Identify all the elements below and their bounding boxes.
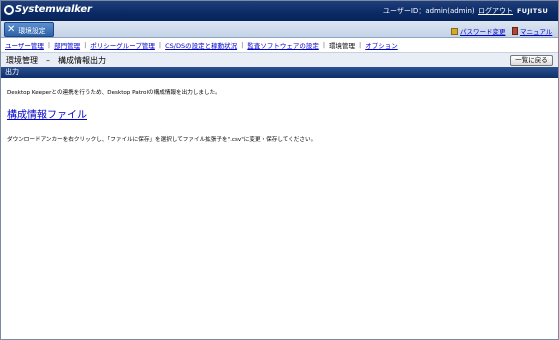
logo-mark-icon [4,4,14,15]
fujitsu-logo: FUJITSU [517,7,549,15]
instruction-text: ダウンロードアンカーを右クリックし、「ファイルに保存」を選択してファイル拡張子を… [7,137,317,143]
output-section-header: 出力 [1,67,558,78]
manual-label: マニュアル [520,28,553,36]
menu-item-environment-management: 環境管理 [329,42,356,50]
book-icon [512,27,518,35]
main-menu: ユーザー管理 | 部門管理 | ポリシーグループ管理 | CS/DSの設定と稼動… [1,38,558,52]
menu-item-policy-group-management[interactable]: ポリシーグループ管理 [90,40,155,50]
user-id-label: ユーザーID：admin(admin) [383,7,475,15]
title-row: 環境管理 – 構成情報出力 一覧に戻る [1,52,558,67]
menu-item-audit-software-settings[interactable]: 監査ソフトウェアの設定 [247,40,319,50]
menu-item-department-management[interactable]: 部門管理 [54,40,80,50]
password-change-label: パスワード変更 [460,28,506,36]
tab-strip: ✕ 環境設定 パスワード変更 マニュアル [1,21,558,38]
systemwalker-logo: Systemwalker [4,4,92,15]
key-icon [451,27,458,35]
app-window: Systemwalker ユーザーID：admin(admin) ログアウト F… [0,0,559,340]
logo-text: Systemwalker [15,4,92,15]
config-file-link[interactable]: 構成情報ファイル [7,106,87,121]
status-message: Desktop Keeperとの連携を行うため、Desktop Patrolの構… [7,90,221,96]
password-change-link[interactable]: パスワード変更 [451,26,506,36]
manual-link[interactable]: マニュアル [512,26,552,36]
menu-item-user-management[interactable]: ユーザー管理 [5,40,44,50]
menu-item-cs-ds-settings[interactable]: CS/DSの設定と稼動状況 [165,40,237,50]
content-area: Desktop Keeperとの連携を行うため、Desktop Patrolの構… [2,79,557,339]
back-to-list-button[interactable]: 一覧に戻る [510,55,553,66]
header-bar: Systemwalker ユーザーID：admin(admin) ログアウト F… [1,1,558,21]
tab-environment-settings[interactable]: ✕ 環境設定 [4,22,54,37]
tab-label: 環境設定 [18,26,46,35]
page-title: 環境管理 – 構成情報出力 [6,56,106,65]
tools-icon: ✕ [7,24,16,35]
menu-item-options[interactable]: オプション [365,40,398,50]
logout-link[interactable]: ログアウト [478,6,513,16]
